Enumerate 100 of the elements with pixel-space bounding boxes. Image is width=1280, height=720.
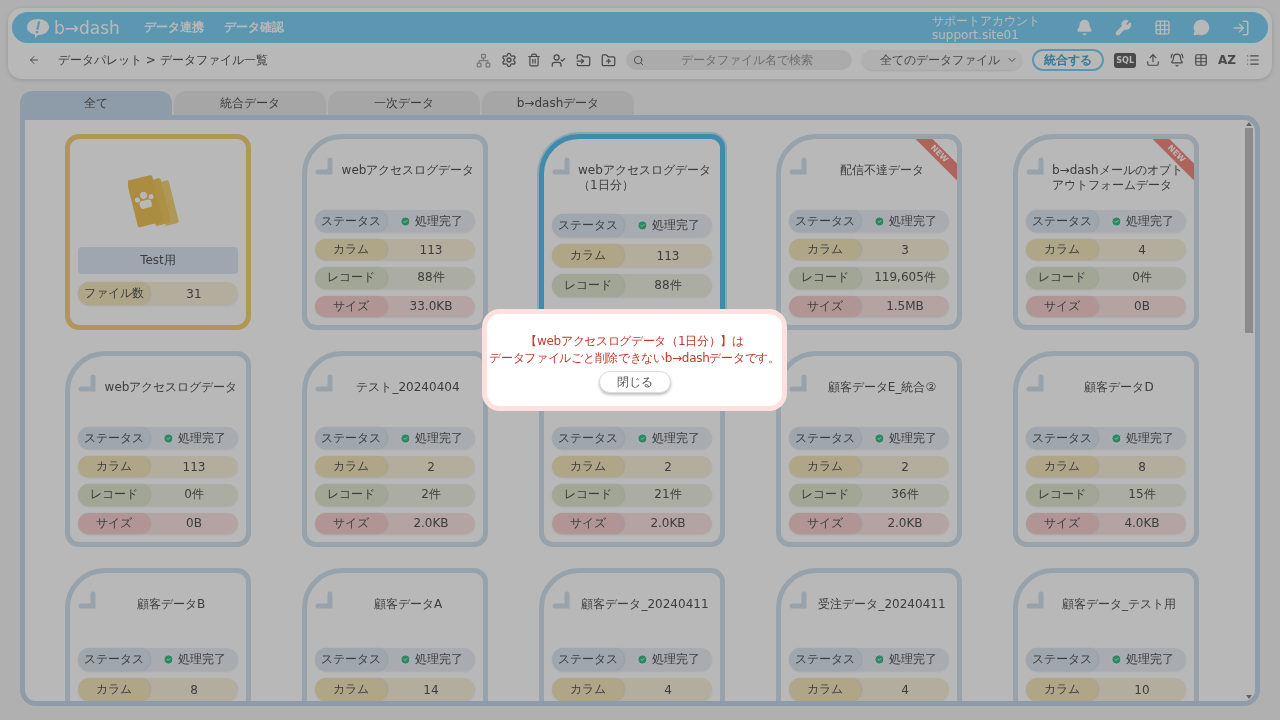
row-value: 88件: [653, 277, 683, 294]
hierarchy-icon[interactable]: [476, 52, 492, 68]
file-card[interactable]: webアクセスログデータ ステータス 処理完了 カラム 113 レコード 0件 サイズ 0B: [65, 351, 251, 547]
check-icon: [1110, 215, 1122, 227]
breadcrumb: データパレット > データファイル一覧: [58, 51, 268, 69]
row-value: 2.0KB: [412, 516, 450, 531]
status-text: 処理完了: [1125, 651, 1174, 668]
file-card[interactable]: webアクセスログデータ ステータス 処理完了 カラム 113 レコード 88件 サイズ 33.0KB: [302, 134, 488, 330]
user-check-icon[interactable]: [551, 52, 567, 68]
check-icon: [399, 215, 411, 227]
row-label: ステータス: [1026, 648, 1098, 671]
row-label: サイズ: [1026, 295, 1098, 317]
row-label: カラム: [1026, 455, 1098, 478]
row-value: 15件: [1127, 486, 1157, 504]
row-label: サイズ: [1026, 512, 1098, 534]
row-label: ステータス: [789, 427, 861, 449]
file-card[interactable]: テスト_20240404 ステータス 処理完了 カラム 2 レコード 2件 サイズ 2.0KB: [302, 351, 488, 547]
file-filter-select[interactable]: 全てのデータファイル: [862, 50, 1023, 70]
file-card[interactable]: 受注データ_20240411 ステータス 処理完了 カラム 4: [776, 568, 962, 701]
folder-arrow-icon[interactable]: [576, 52, 592, 68]
file-title: webアクセスログデータ: [104, 379, 238, 395]
corner-icon: [552, 157, 570, 175]
row-value: 2: [900, 459, 910, 474]
grid-icon[interactable]: [1154, 19, 1171, 36]
back-icon[interactable]: [28, 54, 40, 66]
status-text: 処理完了: [651, 429, 700, 447]
folder-plus-icon[interactable]: [601, 52, 617, 68]
row-label: カラム: [315, 455, 387, 478]
row-value: 2: [426, 459, 436, 474]
status-text: 処理完了: [651, 651, 700, 668]
corner-icon: [789, 591, 807, 609]
check-icon: [162, 654, 174, 665]
file-card[interactable]: 顧客データ_20240411 ステータス 処理完了 カラム 4: [539, 568, 725, 701]
notification-list-icon[interactable]: [1170, 53, 1184, 67]
corner-icon: [315, 157, 333, 175]
corner-icon: [1026, 374, 1044, 392]
file-title: webアクセスログデータ: [341, 162, 475, 178]
row-label: ステータス: [789, 210, 861, 232]
tab[interactable]: 全て: [20, 91, 172, 115]
row-label: カラム: [552, 455, 624, 478]
row-label: ステータス: [552, 427, 624, 449]
row-label: レコード: [552, 484, 624, 506]
corner-icon: [78, 591, 96, 609]
sort-button[interactable]: AZ: [1218, 53, 1236, 67]
file-title: 顧客データ_20240411: [580, 596, 710, 612]
row-label: ステータス: [552, 214, 624, 237]
account-name: サポートアカウント: [932, 13, 1040, 28]
corner-icon: [1026, 591, 1044, 609]
row-label: ステータス: [78, 427, 150, 449]
row-value: 10: [1133, 682, 1151, 697]
row-label: レコード: [789, 267, 861, 289]
row-label: ステータス: [1026, 210, 1098, 232]
close-button[interactable]: 閉じる: [598, 371, 671, 393]
row-value: 2: [663, 459, 673, 474]
corner-icon: [315, 591, 333, 609]
row-value: 2件: [420, 486, 442, 504]
bell-icon[interactable]: [1076, 19, 1093, 36]
logo-icon: [26, 16, 50, 39]
row-label: ファイル数: [78, 282, 150, 305]
row-label: ステータス: [315, 427, 387, 449]
file-title: 受注データ_20240411: [817, 596, 947, 612]
check-icon: [636, 654, 648, 665]
row-value: 8: [1137, 459, 1147, 474]
status-text: 処理完了: [888, 429, 937, 447]
chat-icon[interactable]: [1193, 19, 1210, 36]
tab[interactable]: b→dashデータ: [482, 91, 634, 115]
check-icon: [1110, 432, 1122, 444]
list-icon[interactable]: [1246, 53, 1260, 67]
logout-icon[interactable]: [1232, 18, 1250, 37]
file-card[interactable]: 顧客データE_統合② ステータス 処理完了 カラム 2 レコード 36件 サイズ 2.0KB: [776, 351, 962, 547]
sql-button[interactable]: SQL: [1114, 52, 1136, 68]
row-value: 33.0KB: [408, 299, 454, 314]
row-label: カラム: [315, 678, 387, 701]
table-icon[interactable]: [1194, 53, 1208, 67]
row-label: レコード: [789, 484, 861, 506]
trash-icon[interactable]: [527, 53, 542, 67]
row-value: 0B: [185, 516, 203, 531]
row-value: 88件: [416, 269, 446, 287]
row-label: サイズ: [789, 295, 861, 317]
status-text: 処理完了: [651, 217, 700, 234]
folder-card[interactable]: Test用 ファイル数 31: [65, 134, 251, 330]
settings-icon[interactable]: [501, 52, 518, 68]
file-card[interactable]: 顧客データD ステータス 処理完了 カラム 8 レコード 15件 サイズ 4.0KB: [1013, 351, 1199, 547]
file-card[interactable]: 顧客データA ステータス 処理完了 カラム 14: [302, 568, 488, 701]
dialog-message: 【webアクセスログデータ（1日分）】は: [525, 333, 744, 350]
row-label: サイズ: [789, 512, 861, 534]
row-label: サイズ: [552, 512, 624, 534]
logo-text: b→dash: [54, 17, 120, 38]
row-label: サイズ: [78, 512, 150, 534]
file-card[interactable]: 顧客データ_テスト用 ステータス 処理完了 カラム 10: [1013, 568, 1199, 701]
file-card[interactable]: 顧客データB ステータス 処理完了 カラム 8: [65, 568, 251, 701]
corner-icon: [789, 157, 807, 175]
upload-icon[interactable]: [1146, 53, 1160, 67]
wrench-icon[interactable]: [1115, 19, 1132, 36]
row-label: レコード: [552, 274, 624, 297]
tab[interactable]: 統合データ: [174, 91, 326, 115]
row-label: レコード: [78, 484, 150, 506]
row-label: ステータス: [789, 648, 861, 671]
select-value: 全てのデータファイル: [880, 51, 1001, 69]
tab[interactable]: 一次データ: [328, 91, 480, 115]
